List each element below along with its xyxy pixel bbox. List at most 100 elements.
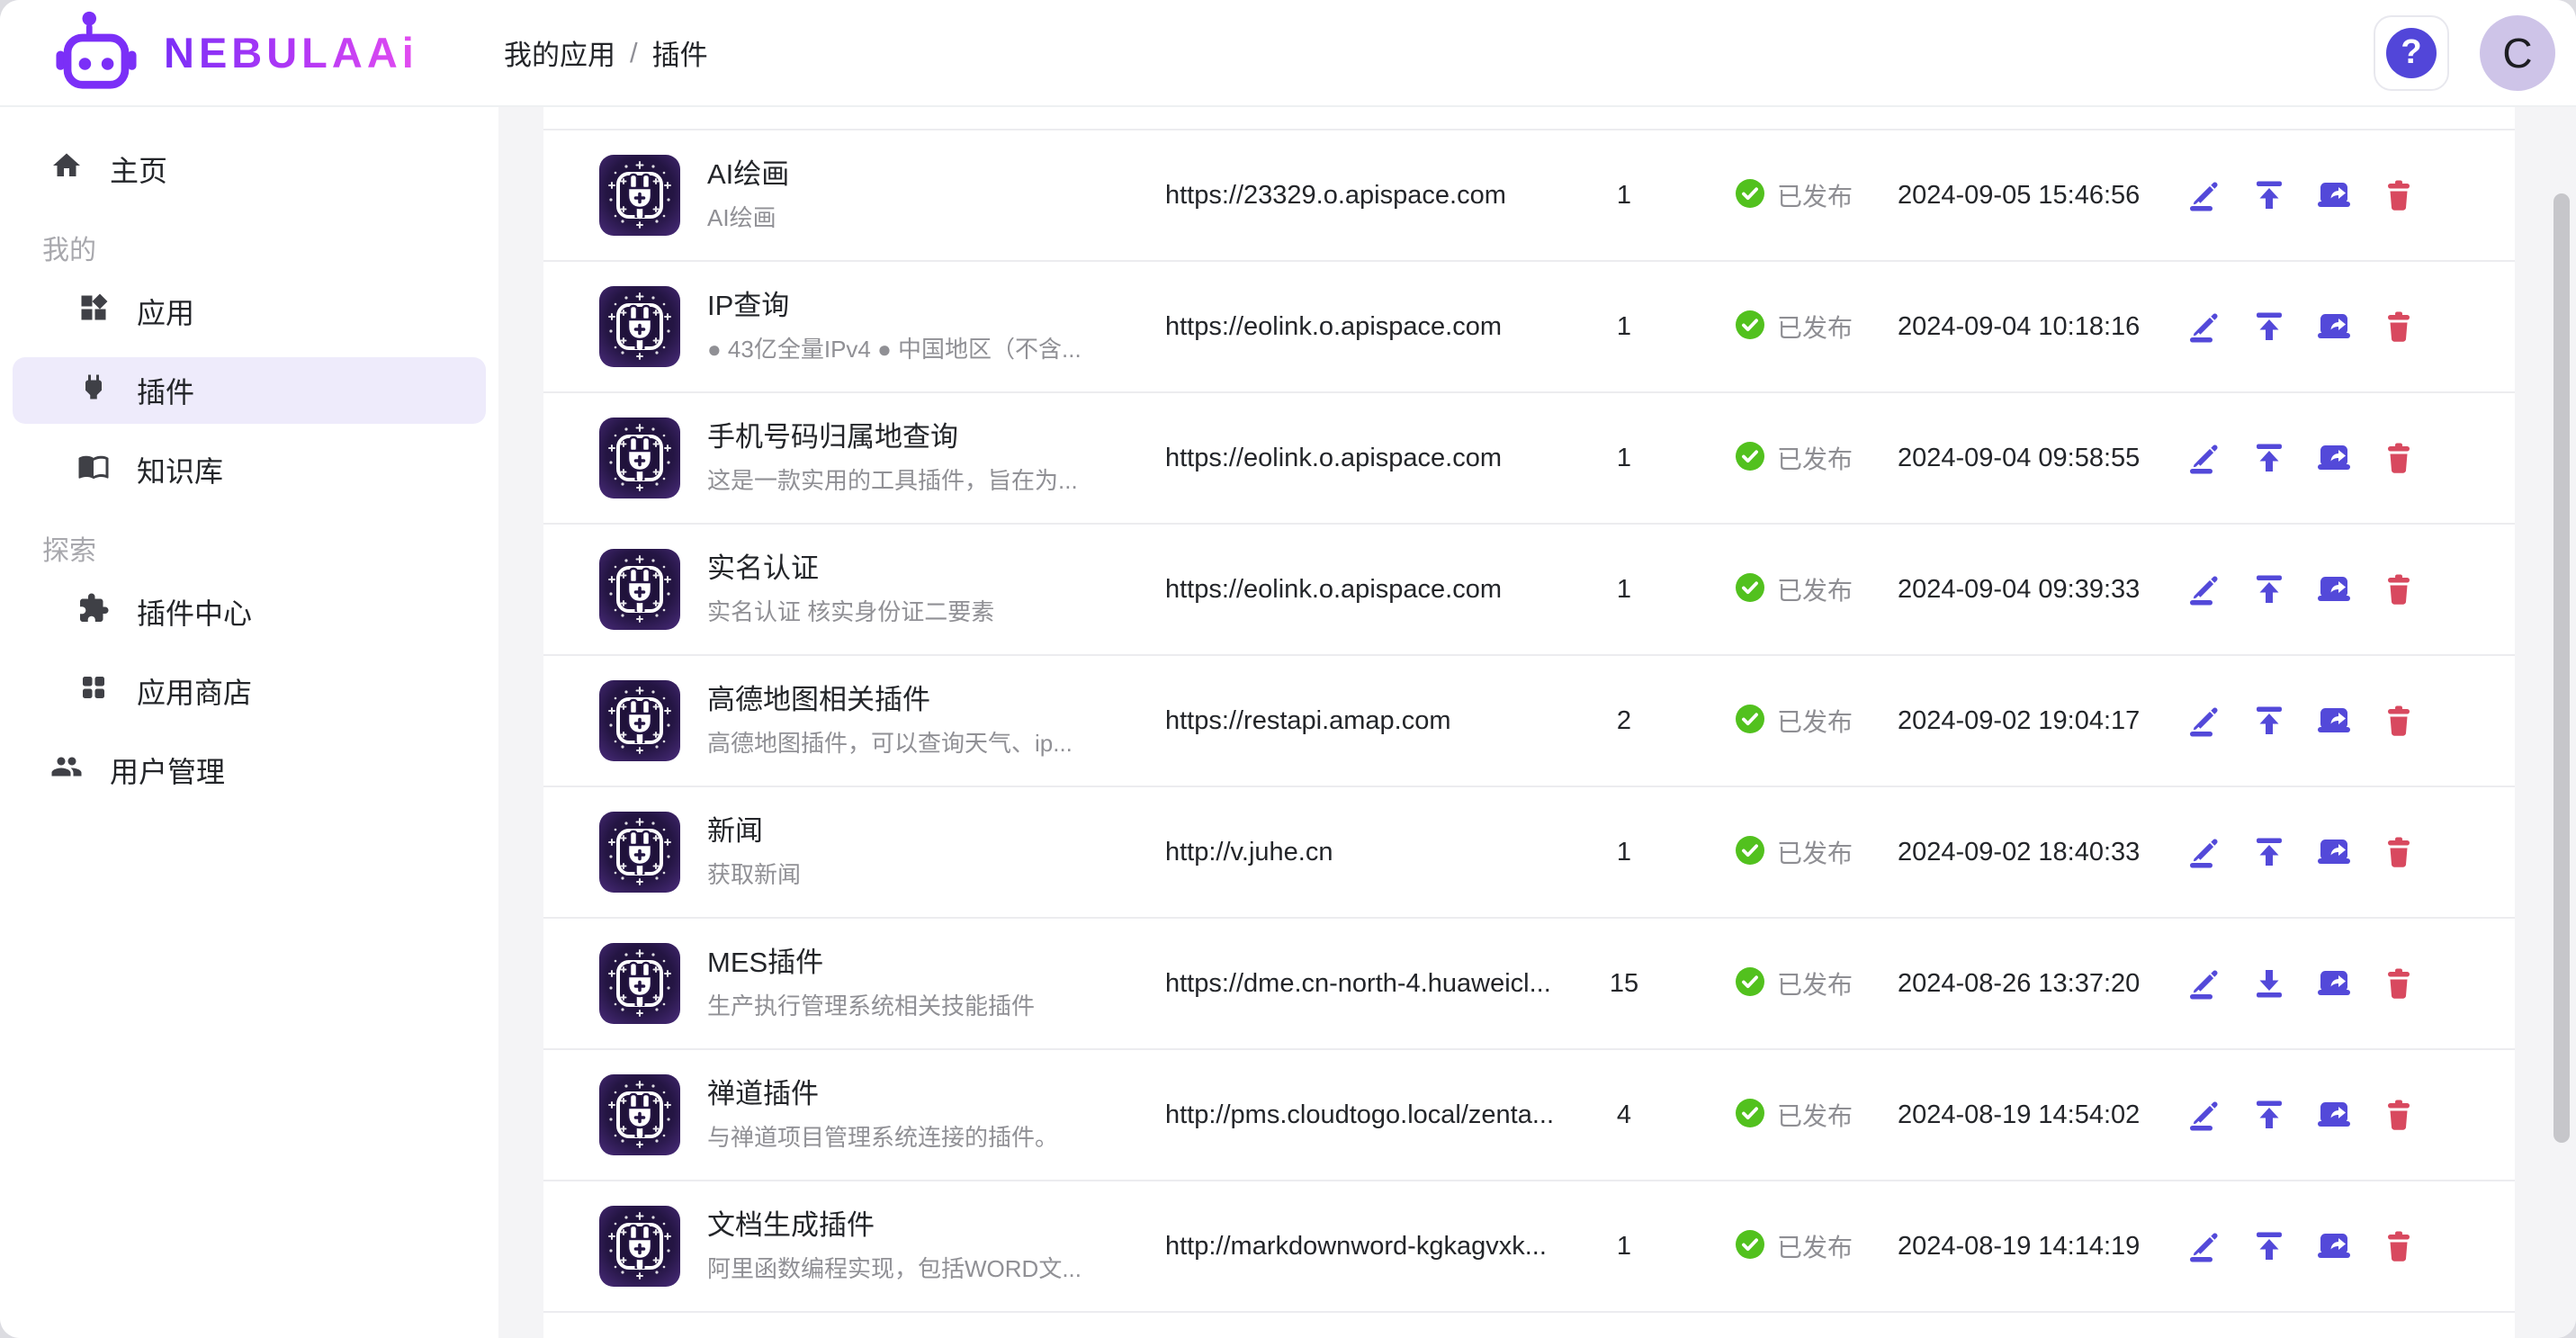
plugin-description: 生产执行管理系统相关技能插件 xyxy=(707,988,1130,1021)
question-mark-icon: ? xyxy=(2386,28,2437,78)
row-actions xyxy=(2184,306,2419,347)
share-icon[interactable] xyxy=(2313,175,2355,216)
plugin-count: 1 xyxy=(1561,181,1687,211)
updated-date: 2024-08-26 13:37:20 xyxy=(1898,969,2123,999)
breadcrumb-parent[interactable]: 我的应用 xyxy=(504,32,615,73)
edit-icon[interactable] xyxy=(2184,437,2225,479)
publish-icon[interactable] xyxy=(2248,175,2290,216)
published-check-icon xyxy=(1736,442,1764,475)
plugin-url: https://eolink.o.apispace.com xyxy=(1165,444,1561,473)
delete-icon[interactable] xyxy=(2378,175,2419,216)
plugin-url: https://23329.o.apispace.com xyxy=(1165,181,1561,211)
share-icon[interactable] xyxy=(2313,1226,2355,1267)
publish-icon[interactable] xyxy=(2248,437,2290,479)
updated-date: 2024-09-02 19:04:17 xyxy=(1898,706,2123,736)
published-check-icon xyxy=(1736,310,1764,344)
robot-logo-icon xyxy=(52,9,140,96)
row-actions xyxy=(2184,437,2419,479)
edit-icon[interactable] xyxy=(2184,1226,2225,1267)
delete-icon[interactable] xyxy=(2378,1226,2419,1267)
edit-icon[interactable] xyxy=(2184,963,2225,1004)
vertical-scrollbar[interactable] xyxy=(2554,193,2570,1143)
plugin-description: 实名认证 核实身份证二要素 xyxy=(707,594,1130,627)
edit-icon[interactable] xyxy=(2184,1094,2225,1136)
widgets-icon xyxy=(77,292,110,331)
sidebar-item-plugins[interactable]: 插件 xyxy=(13,357,486,424)
edit-icon[interactable] xyxy=(2184,175,2225,216)
sidebar-item-label: 用户管理 xyxy=(110,750,225,791)
delete-icon[interactable] xyxy=(2378,831,2419,873)
sidebar-item-user-management[interactable]: 用户管理 xyxy=(13,737,486,804)
share-icon[interactable] xyxy=(2313,831,2355,873)
table-row[interactable]: 文档生成插件 阿里函数编程实现，包括WORD文... http://markdo… xyxy=(543,1181,2515,1313)
brand-name: NEBULAAi xyxy=(164,28,418,77)
publish-icon[interactable] xyxy=(2248,700,2290,741)
sidebar-item-label: 知识库 xyxy=(137,449,223,490)
table-row[interactable]: AI绘画 AI绘画 https://23329.o.apispace.com 1… xyxy=(543,130,2515,262)
share-icon[interactable] xyxy=(2313,569,2355,610)
share-icon[interactable] xyxy=(2313,437,2355,479)
sidebar-item-label: 插件 xyxy=(137,370,194,411)
plugin-count: 15 xyxy=(1561,969,1687,999)
table-row[interactable]: 新闻 获取新闻 http://v.juhe.cn 1 已发布 2024-09-0… xyxy=(543,787,2515,919)
table-row[interactable]: IP查询 ● 43亿全量IPv4 ● 中国地区（不含... https://eo… xyxy=(543,262,2515,393)
share-icon[interactable] xyxy=(2313,700,2355,741)
plugin-name: 新闻 xyxy=(707,814,1130,849)
help-button[interactable]: ? xyxy=(2374,15,2449,91)
plugin-url: https://restapi.amap.com xyxy=(1165,706,1561,736)
top-bar: NEBULAAi 我的应用 / 插件 ? C xyxy=(0,0,2576,107)
row-actions xyxy=(2184,700,2419,741)
table-row[interactable]: 实名认证 实名认证 核实身份证二要素 https://eolink.o.apis… xyxy=(543,525,2515,656)
plugin-name-cell: AI绘画 AI绘画 xyxy=(707,157,1130,233)
sidebar-item-apps[interactable]: 应用 xyxy=(13,278,486,345)
edit-icon[interactable] xyxy=(2184,700,2225,741)
table-row[interactable]: MES插件 生产执行管理系统相关技能插件 https://dme.cn-nort… xyxy=(543,919,2515,1050)
share-icon[interactable] xyxy=(2313,306,2355,347)
delete-icon[interactable] xyxy=(2378,569,2419,610)
publish-icon[interactable] xyxy=(2248,306,2290,347)
plugin-url: http://pms.cloudtogo.local/zenta... xyxy=(1165,1100,1561,1130)
brand-logo[interactable]: NEBULAAi xyxy=(0,9,504,96)
share-icon[interactable] xyxy=(2313,963,2355,1004)
published-check-icon xyxy=(1736,1099,1764,1132)
sidebar-item-app-store[interactable]: 应用商店 xyxy=(13,658,486,724)
plugin-description: 阿里函数编程实现，包括WORD文... xyxy=(707,1251,1130,1284)
table-row[interactable]: 手机号码归属地查询 这是一款实用的工具插件，旨在为... https://eol… xyxy=(543,393,2515,525)
delete-icon[interactable] xyxy=(2378,1094,2419,1136)
plugin-description: 这是一款实用的工具插件，旨在为... xyxy=(707,462,1130,496)
plugin-tile-icon xyxy=(599,155,680,236)
published-check-icon xyxy=(1736,705,1764,738)
published-check-icon xyxy=(1736,179,1764,212)
plugin-name-cell: 新闻 获取新闻 xyxy=(707,814,1130,890)
publish-icon[interactable] xyxy=(2248,569,2290,610)
table-row[interactable]: 高德地图相关插件 高德地图插件，可以查询天气、ip... https://res… xyxy=(543,656,2515,787)
status-label: 已发布 xyxy=(1777,834,1853,870)
avatar[interactable]: C xyxy=(2480,15,2555,91)
edit-icon[interactable] xyxy=(2184,306,2225,347)
delete-icon[interactable] xyxy=(2378,437,2419,479)
status-badge: 已发布 xyxy=(1736,309,1898,345)
plugin-count: 1 xyxy=(1561,575,1687,605)
delete-icon[interactable] xyxy=(2378,700,2419,741)
plugin-name: MES插件 xyxy=(707,946,1130,981)
plugin-url: https://eolink.o.apispace.com xyxy=(1165,312,1561,342)
table-row[interactable]: 禅道插件 与禅道项目管理系统连接的插件。 http://pms.cloudtog… xyxy=(543,1050,2515,1181)
sidebar-item-plugin-center[interactable]: 插件中心 xyxy=(13,579,486,645)
edit-icon[interactable] xyxy=(2184,569,2225,610)
status-label: 已发布 xyxy=(1777,965,1853,1001)
updated-date: 2024-09-04 09:58:55 xyxy=(1898,444,2123,473)
edit-icon[interactable] xyxy=(2184,831,2225,873)
delete-icon[interactable] xyxy=(2378,963,2419,1004)
publish-icon[interactable] xyxy=(2248,831,2290,873)
plugin-count: 2 xyxy=(1561,706,1687,736)
plugin-count: 1 xyxy=(1561,312,1687,342)
share-icon[interactable] xyxy=(2313,1094,2355,1136)
publish-icon[interactable] xyxy=(2248,1226,2290,1267)
plugin-name-cell: 实名认证 实名认证 核实身份证二要素 xyxy=(707,552,1130,627)
sidebar-item-knowledge[interactable]: 知识库 xyxy=(13,436,486,503)
publish-icon[interactable] xyxy=(2248,1094,2290,1136)
download-icon[interactable] xyxy=(2248,963,2290,1004)
sidebar-item-home[interactable]: 主页 xyxy=(13,136,486,202)
plugin-description: 高德地图插件，可以查询天气、ip... xyxy=(707,725,1130,759)
delete-icon[interactable] xyxy=(2378,306,2419,347)
